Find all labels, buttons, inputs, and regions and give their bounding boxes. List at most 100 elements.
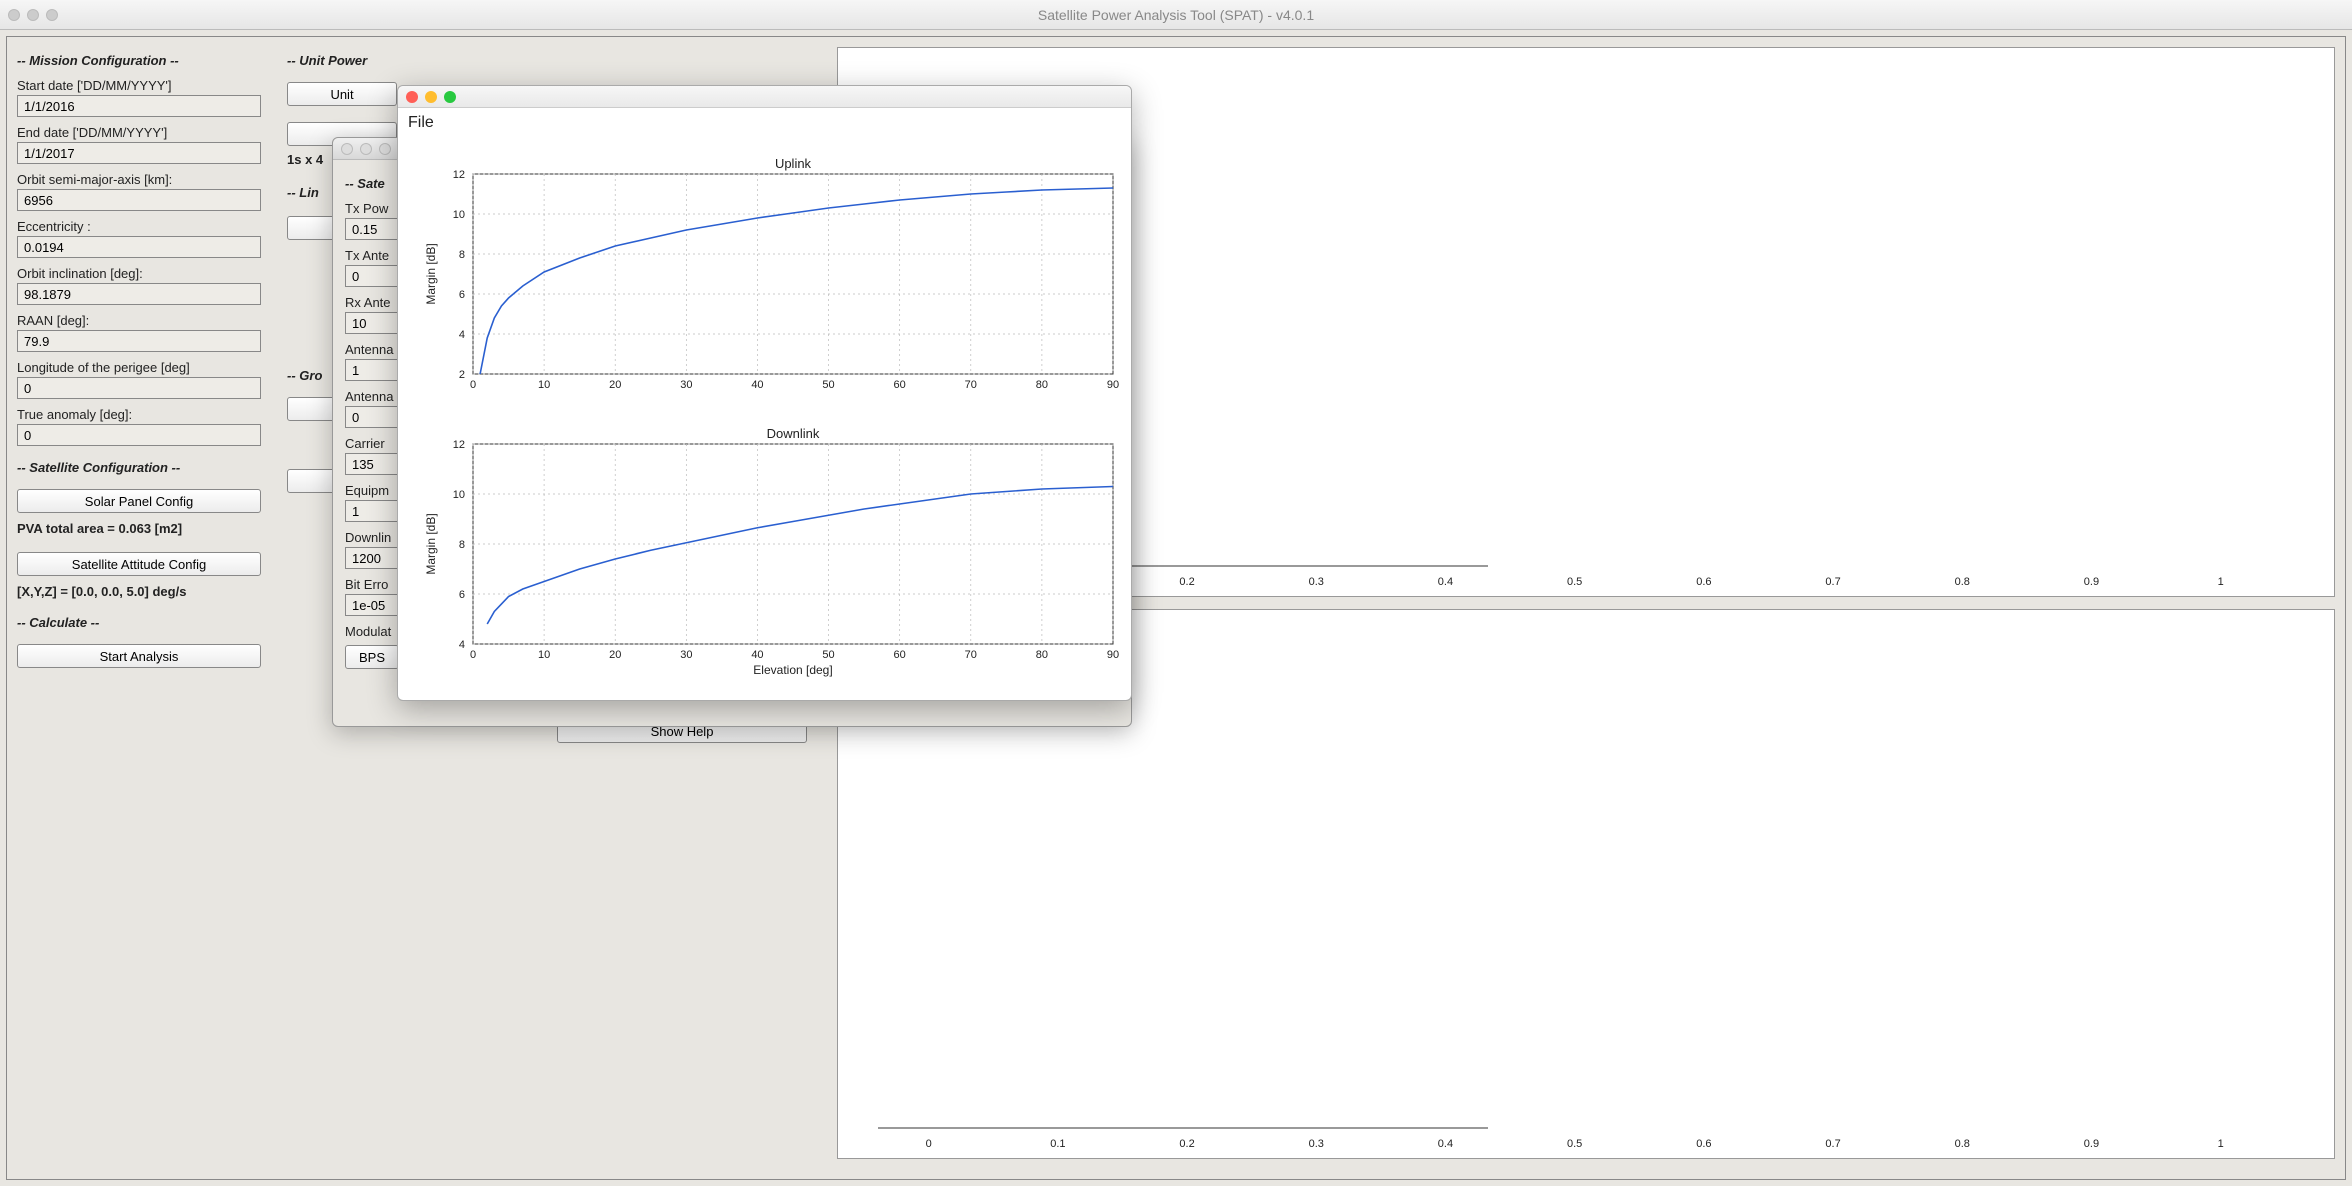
svg-text:6: 6 xyxy=(459,289,465,301)
window-title: Satellite Power Analysis Tool (SPAT) - v… xyxy=(0,7,2352,23)
chart-window: File 010203040506070809024681012UplinkMa… xyxy=(397,85,1132,701)
svg-text:4: 4 xyxy=(459,329,465,341)
main-panel: -- Mission Configuration -- Start date [… xyxy=(6,36,2346,1180)
start-date-label: Start date ['DD/MM/YYYY'] xyxy=(17,78,277,93)
ecc-input[interactable] xyxy=(17,236,261,258)
satcfg-heading: -- Satellite Configuration -- xyxy=(17,460,277,475)
zoom-icon[interactable] xyxy=(444,91,456,103)
unit-heading: -- Unit Power xyxy=(287,53,817,68)
lonp-input[interactable] xyxy=(17,377,261,399)
start-analysis-button[interactable]: Start Analysis xyxy=(17,644,261,668)
txant-label: Tx Ante xyxy=(345,248,403,263)
solar-panel-config-button[interactable]: Solar Panel Config xyxy=(17,489,261,513)
charts-svg: 010203040506070809024681012UplinkMargin … xyxy=(398,134,1133,702)
svg-text:90: 90 xyxy=(1107,379,1119,391)
svg-text:Margin [dB]: Margin [dB] xyxy=(424,513,438,574)
chart-titlebar xyxy=(398,86,1131,108)
mission-heading: -- Mission Configuration -- xyxy=(17,53,277,68)
ecc-label: Eccentricity : xyxy=(17,219,277,234)
raan-label: RAAN [deg]: xyxy=(17,313,277,328)
svg-text:Margin [dB]: Margin [dB] xyxy=(424,243,438,304)
pva-area-text: PVA total area = 0.063 [m2] xyxy=(17,521,277,536)
svg-text:40: 40 xyxy=(751,379,763,391)
inc-input[interactable] xyxy=(17,283,261,305)
minimize-icon[interactable] xyxy=(27,9,39,21)
txant-input[interactable] xyxy=(345,265,399,287)
start-date-input[interactable] xyxy=(17,95,261,117)
svg-text:0: 0 xyxy=(470,649,476,661)
mission-column: -- Mission Configuration -- Start date [… xyxy=(17,49,277,672)
ant1-input[interactable] xyxy=(345,359,399,381)
txpow-input[interactable] xyxy=(345,218,399,240)
svg-text:4: 4 xyxy=(459,639,465,651)
svg-text:40: 40 xyxy=(751,649,763,661)
svg-text:20: 20 xyxy=(609,379,621,391)
app-titlebar: Satellite Power Analysis Tool (SPAT) - v… xyxy=(0,0,2352,30)
ant2-input[interactable] xyxy=(345,406,399,428)
zoom-icon[interactable] xyxy=(379,143,391,155)
svg-text:50: 50 xyxy=(822,379,834,391)
attitude-config-button[interactable]: Satellite Attitude Config xyxy=(17,552,261,576)
unit-button-label: Unit xyxy=(330,87,353,102)
end-date-label: End date ['DD/MM/YYYY'] xyxy=(17,125,277,140)
svg-text:80: 80 xyxy=(1036,379,1048,391)
svg-text:8: 8 xyxy=(459,539,465,551)
equip-label: Equipm xyxy=(345,483,403,498)
svg-text:30: 30 xyxy=(680,379,692,391)
chart-area: 010203040506070809024681012UplinkMargin … xyxy=(398,134,1131,700)
svg-text:60: 60 xyxy=(894,379,906,391)
xyz-text: [X,Y,Z] = [0.0, 0.0, 5.0] deg/s xyxy=(17,584,277,599)
mod-label: Modulat xyxy=(345,624,403,639)
end-date-input[interactable] xyxy=(17,142,261,164)
sat-heading: -- Sate xyxy=(345,176,403,191)
svg-text:2: 2 xyxy=(459,369,465,381)
svg-text:10: 10 xyxy=(538,379,550,391)
rxant-input[interactable] xyxy=(345,312,399,334)
ber-label: Bit Erro xyxy=(345,577,403,592)
equip-input[interactable] xyxy=(345,500,399,522)
zoom-icon[interactable] xyxy=(46,9,58,21)
svg-text:Downlink: Downlink xyxy=(767,426,820,441)
ant2-label: Antenna xyxy=(345,389,403,404)
close-icon[interactable] xyxy=(341,143,353,155)
minimize-icon[interactable] xyxy=(360,143,372,155)
close-icon[interactable] xyxy=(8,9,20,21)
svg-text:6: 6 xyxy=(459,589,465,601)
svg-text:Uplink: Uplink xyxy=(775,156,812,171)
svg-text:50: 50 xyxy=(822,649,834,661)
svg-text:70: 70 xyxy=(965,379,977,391)
ber-input[interactable] xyxy=(345,594,399,616)
svg-text:10: 10 xyxy=(453,209,465,221)
unit-button[interactable]: Unit xyxy=(287,82,397,106)
ant1-label: Antenna xyxy=(345,342,403,357)
close-icon[interactable] xyxy=(406,91,418,103)
svg-text:12: 12 xyxy=(453,439,465,451)
sma-input[interactable] xyxy=(17,189,261,211)
window-controls xyxy=(8,9,58,21)
svg-text:80: 80 xyxy=(1036,649,1048,661)
svg-text:8: 8 xyxy=(459,249,465,261)
raan-input[interactable] xyxy=(17,330,261,352)
mod-select[interactable]: BPS xyxy=(345,645,399,669)
svg-text:10: 10 xyxy=(538,649,550,661)
svg-text:0: 0 xyxy=(470,379,476,391)
ta-input[interactable] xyxy=(17,424,261,446)
minimize-icon[interactable] xyxy=(425,91,437,103)
svg-text:30: 30 xyxy=(680,649,692,661)
rxant-label: Rx Ante xyxy=(345,295,403,310)
svg-text:60: 60 xyxy=(894,649,906,661)
svg-text:90: 90 xyxy=(1107,649,1119,661)
carrier-input[interactable] xyxy=(345,453,399,475)
down-input[interactable] xyxy=(345,547,399,569)
txpow-label: Tx Pow xyxy=(345,201,403,216)
svg-text:10: 10 xyxy=(453,489,465,501)
svg-text:Elevation [deg]: Elevation [deg] xyxy=(753,663,832,677)
ta-label: True anomaly [deg]: xyxy=(17,407,277,422)
inc-label: Orbit inclination [deg]: xyxy=(17,266,277,281)
sma-label: Orbit semi-major-axis [km]: xyxy=(17,172,277,187)
plot-bottom-ticks: 00.10.20.30.40.50.60.70.80.91 xyxy=(838,1138,2334,1156)
calc-heading: -- Calculate -- xyxy=(17,615,277,630)
down-label: Downlin xyxy=(345,530,403,545)
svg-text:70: 70 xyxy=(965,649,977,661)
carrier-label: Carrier xyxy=(345,436,403,451)
